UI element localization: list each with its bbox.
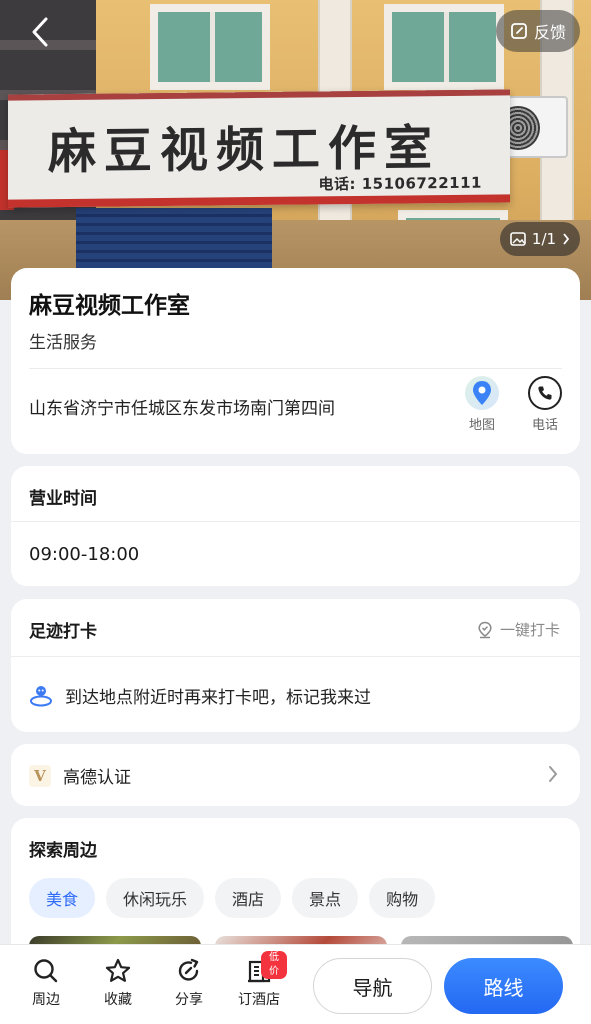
signboard-title: 麻豆视频工作室	[48, 120, 441, 181]
tab-share[interactable]: 分享	[161, 957, 217, 1009]
chip-attractions[interactable]: 景点	[292, 878, 359, 918]
checkin-title: 足迹打卡	[29, 622, 97, 642]
poi-address[interactable]: 山东省济宁市任城区东发市场南门第四间	[29, 394, 335, 419]
back-button[interactable]	[28, 16, 58, 48]
feedback-label: 反馈	[533, 23, 566, 42]
image-icon	[510, 232, 526, 246]
footprint-mascot-icon	[30, 685, 52, 706]
phone-label: 电话	[531, 418, 558, 433]
phone-button[interactable]: 电话	[520, 376, 570, 433]
navigate-button[interactable]: 导航	[313, 958, 432, 1014]
share-icon	[178, 958, 199, 981]
category-chips: 美食 休闲玩乐 酒店 景点 购物	[29, 878, 436, 918]
one-tap-checkin-label: 一键打卡	[499, 621, 560, 639]
tab-book-hotel-label: 订酒店	[238, 992, 280, 1008]
search-icon	[34, 959, 58, 983]
verification-card[interactable]: V 高德认证	[11, 744, 580, 806]
chevron-right-icon	[563, 233, 570, 245]
signboard-phone: 电话: 15106722111	[318, 173, 482, 194]
tab-book-hotel[interactable]: 低价 订酒店	[231, 951, 287, 1009]
edit-icon	[511, 23, 527, 39]
chip-food[interactable]: 美食	[29, 878, 96, 918]
divider	[11, 656, 580, 657]
chevron-left-icon	[32, 17, 48, 47]
tab-favorite-label: 收藏	[104, 992, 132, 1008]
shop-signboard: 麻豆视频工作室 电话: 15106722111	[8, 89, 510, 208]
phone-icon	[538, 386, 552, 400]
checkin-card: 足迹打卡 一键打卡 到达地点附近时再来打卡吧，标记我来过	[11, 599, 580, 732]
chip-leisure[interactable]: 休闲玩乐	[106, 878, 205, 918]
map-button[interactable]: 地图	[457, 376, 507, 433]
tab-share-label: 分享	[175, 992, 203, 1008]
divider	[29, 368, 562, 369]
location-check-icon	[478, 621, 492, 638]
map-pin-icon	[473, 381, 491, 405]
building-window	[150, 4, 270, 90]
tab-favorite[interactable]: 收藏	[90, 957, 146, 1009]
chevron-right-icon	[549, 766, 558, 782]
poi-category: 生活服务	[29, 333, 97, 353]
feedback-button[interactable]: 反馈	[496, 10, 580, 52]
poi-name: 麻豆视频工作室	[29, 293, 190, 319]
tab-nearby-label: 周边	[32, 992, 60, 1008]
chip-shopping[interactable]: 购物	[369, 878, 436, 918]
verification-label: 高德认证	[63, 768, 131, 788]
photo-counter-button[interactable]: 1/1	[500, 222, 580, 256]
photo-counter: 1/1	[531, 230, 557, 248]
low-price-badge: 低价	[261, 951, 287, 979]
verified-badge-icon: V	[29, 764, 51, 787]
poi-info-card: 麻豆视频工作室 生活服务 山东省济宁市任城区东发市场南门第四间 地图 电话	[11, 268, 580, 454]
business-hours-value: 09:00-18:00	[29, 544, 140, 565]
explore-nearby-title: 探索周边	[29, 841, 97, 861]
chip-hotel[interactable]: 酒店	[215, 878, 282, 918]
business-hours-title: 营业时间	[29, 489, 97, 509]
building-window	[384, 4, 504, 90]
bottom-action-bar: 周边 收藏 分享 低价 订酒店 导航 路线	[0, 944, 591, 1024]
one-tap-checkin-button[interactable]: 一键打卡	[476, 619, 560, 640]
map-label: 地图	[468, 418, 495, 433]
star-icon	[105, 958, 131, 982]
business-hours-card: 营业时间 09:00-18:00	[11, 466, 580, 586]
checkin-tip-text: 到达地点附近时再来打卡吧，标记我来过	[65, 688, 371, 708]
tab-nearby[interactable]: 周边	[18, 957, 74, 1009]
route-button[interactable]: 路线	[444, 958, 563, 1014]
divider	[11, 521, 580, 522]
checkin-tip: 到达地点附近时再来打卡吧，标记我来过	[29, 683, 371, 708]
